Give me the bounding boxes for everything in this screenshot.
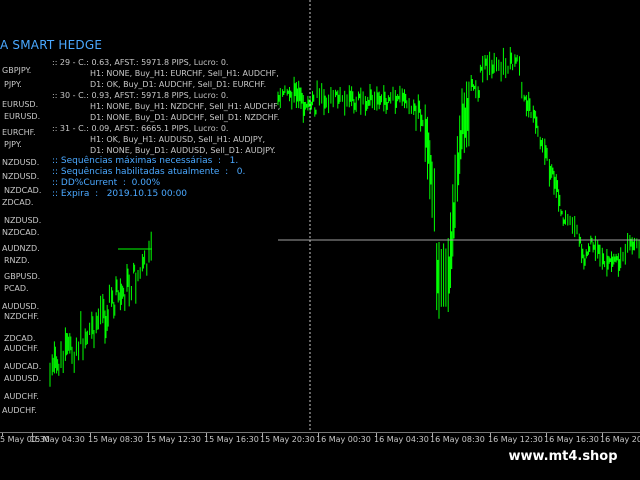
- info-line: H1: OK, Buy_H1: AUDUSD, Sell_H1: AUDJPY,: [90, 135, 265, 144]
- pair-label: AUDCHF.: [4, 392, 39, 401]
- pair-label: RNZD.: [4, 256, 30, 265]
- time-label: 16 May 16:30: [544, 435, 599, 444]
- time-label: 16 May 00:30: [316, 435, 371, 444]
- pair-label: AUDNZD.: [2, 244, 40, 253]
- pair-label: AUDUSD.: [4, 374, 42, 383]
- pair-label: NZDUSD.: [2, 158, 40, 167]
- pair-label: GBPUSD.: [4, 272, 41, 281]
- info-line: D1: NONE, Buy_D1: AUDUSD, Sell_D1: AUDJP…: [90, 146, 276, 155]
- pair-label: AUDCHF.: [2, 406, 37, 415]
- pair-label: EURCHF.: [2, 128, 36, 137]
- pair-label: NZDCHF.: [4, 312, 40, 321]
- time-label: 16 May 04:30: [374, 435, 429, 444]
- pair-label: AUDUSD.: [2, 302, 40, 311]
- time-label: 15 May 12:30: [146, 435, 201, 444]
- info-line: D1: NONE, Buy_D1: AUDCHF, Sell_D1: NZDCH…: [90, 113, 280, 122]
- pair-label: GBPJPY.: [2, 66, 32, 75]
- info-line: :: 29 - C.: 0.63, AFST.: 5971.8 PIPS, Lu…: [52, 58, 229, 67]
- chart-window[interactable]: A SMART HEDGE GBPJPY. PJPY. EURUSD. EURUSD.…: [0, 0, 640, 432]
- pair-label: EURUSD.: [4, 112, 41, 121]
- info-line: H1: NONE, Buy_H1: NZDCHF, Sell_H1: AUDCH…: [90, 102, 281, 111]
- time-label: 15 May 04:30: [30, 435, 85, 444]
- pair-label: AUDCHF.: [4, 344, 39, 353]
- pair-label: ZDCAD.: [2, 198, 34, 207]
- ea-title: A SMART HEDGE: [0, 38, 103, 52]
- pair-label: PJPY.: [4, 80, 22, 89]
- time-label: 15 May 08:30: [88, 435, 143, 444]
- pair-label: PJPY.: [4, 140, 22, 149]
- pair-label: NZDCAD.: [2, 228, 40, 237]
- stat-line: :: DD%Current : 0.00%: [52, 178, 161, 188]
- stat-line: :: Sequências habilitadas atualmente : 0…: [52, 167, 246, 177]
- pair-label: NZDUSD.: [2, 172, 40, 181]
- time-label: 16 May 08:30: [430, 435, 485, 444]
- time-label: 15 May 16:30: [204, 435, 259, 444]
- stat-line: :: Sequências máximas necessárias : 1.: [52, 156, 239, 166]
- info-line: :: 30 - C.: 0.93, AFST.: 5971.8 PIPS, Lu…: [52, 91, 229, 100]
- pair-label: AUDCAD.: [4, 362, 42, 371]
- pair-label: NZDUSD.: [4, 216, 42, 225]
- info-line: :: 31 - C.: 0.09, AFST.: 6665.1 PIPS, Lu…: [52, 124, 229, 133]
- info-line: H1: NONE, Buy_H1: EURCHF, Sell_H1: AUDCH…: [90, 69, 279, 78]
- time-label: 15 May 20:30: [260, 435, 315, 444]
- pair-label: PCAD.: [4, 284, 29, 293]
- time-axis: 5 May 00:30 15 May 04:30 15 May 08:30 15 Ma…: [0, 432, 640, 447]
- info-line: D1: OK, Buy_D1: AUDCHF, Sell_D1: EURCHF.: [90, 80, 267, 89]
- watermark: www.mt4.shop: [497, 447, 629, 467]
- stat-line: :: Expira : 2019.10.15 00:00: [52, 189, 188, 199]
- pair-label: ZDCAD.: [4, 334, 36, 343]
- time-label: 16 May 20:30: [600, 435, 640, 444]
- pair-label: NZDCAD.: [4, 186, 42, 195]
- pair-label: EURUSD.: [2, 100, 39, 109]
- time-label: 16 May 12:30: [488, 435, 543, 444]
